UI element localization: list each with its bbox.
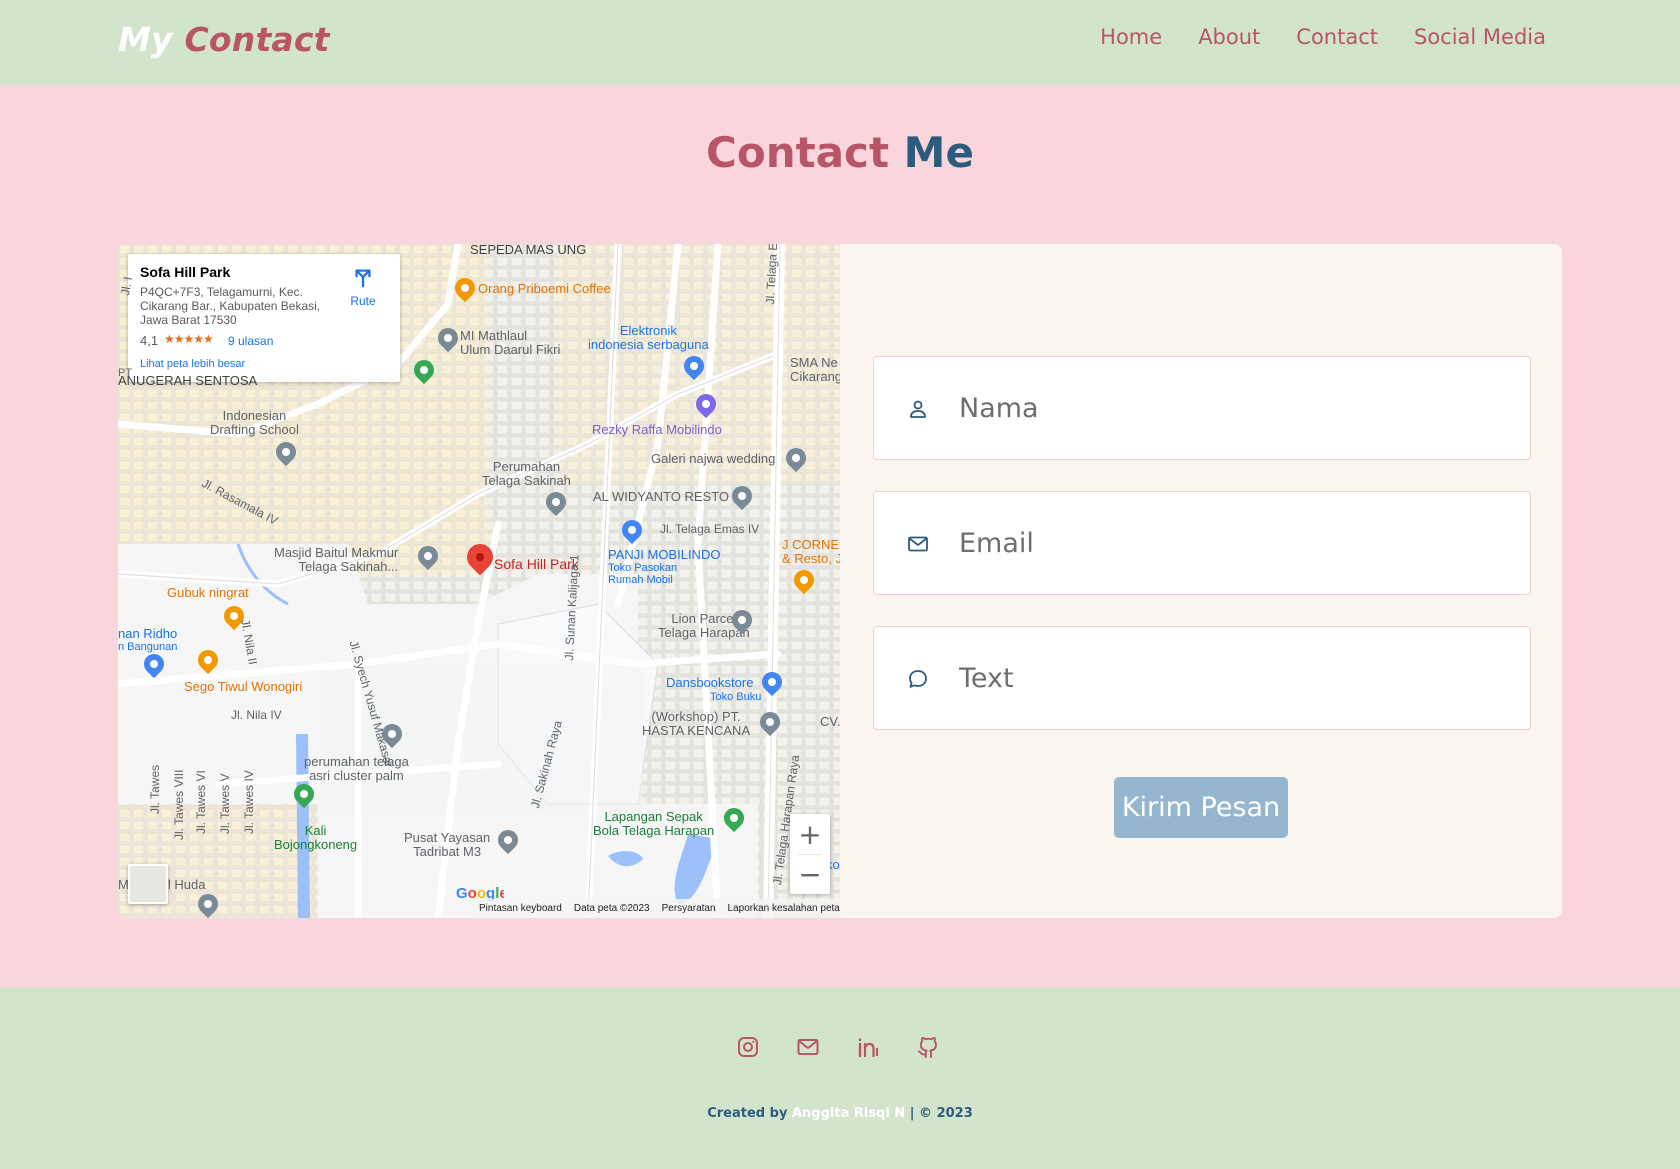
chat-bubble-icon [909,670,927,688]
footer-credit: Created by Anggita Risqi N | © 2023 [0,1106,1680,1121]
map-label-pt: PT [118,367,133,379]
map-data-link[interactable]: Data peta ©2023 [574,903,650,914]
page-title: Contact Me [0,128,1680,177]
map-label-sepeda: SEPEDA MAS UNG [470,244,587,257]
brand-part-2: Contact [184,20,330,59]
map-label-sego: Sego Tiwul Wonogiri [184,679,303,694]
map-label-tawes-4: Jl. Tawes V [218,773,232,834]
instagram-icon[interactable] [736,1035,760,1059]
map-label-toko-buku: Toko Buku [710,691,762,703]
name-field [873,356,1531,460]
brand-part-1: My [118,20,173,59]
map-label-perumahan-asri: perumahan telaga asri cluster palm [304,754,409,783]
page-title-part-2: Me [903,128,974,177]
navbar: My Contact Home About Contact Social Med… [0,0,1680,85]
map-label-nan-ridho: nan Ridho [118,626,178,641]
footer: Created by Anggita Risqi N | © 2023 [0,988,1680,1169]
person-icon [910,400,926,418]
map-label-elektronik: Elektronik indonesia serbaguna [588,323,709,352]
send-message-button[interactable]: Kirim Pesan [1114,777,1288,838]
message-input[interactable] [959,649,1509,707]
directions-button[interactable]: Rute [342,266,384,308]
email-icon[interactable] [796,1035,820,1059]
map-label-workshop: (Workshop) PT. HASTA KENCANA [642,709,751,738]
email-input[interactable] [959,514,1509,572]
place-name: Sofa Hill Park [140,264,231,280]
map-label-galeri: Galeri najwa wedding [651,451,776,466]
map-label-dansbook: Dansbookstore [666,675,754,690]
terms-link[interactable]: Persyaratan [662,903,716,914]
name-input[interactable] [959,379,1509,437]
map-label-rezky: Rezky Raffa Mobilindo [592,422,722,437]
zoom-out-button[interactable]: − [790,854,830,894]
map-label-sma: SMA Ne Cikarang [790,355,840,384]
map-layer-toggle[interactable] [128,864,168,904]
zoom-controls: + − [790,814,830,894]
credit-author-link[interactable]: Anggita Risqi N [792,1106,905,1121]
map-label-gubuk: Gubuk ningrat [167,585,249,600]
keyboard-shortcuts-link[interactable]: Pintasan keyboard [479,903,562,914]
nav-links: Home About Contact Social Media [1100,25,1546,49]
zoom-in-button[interactable]: + [790,814,830,854]
nav-link-social-media[interactable]: Social Media [1414,25,1546,49]
reviews-link[interactable]: 9 ulasan [228,334,273,348]
map-label-masjid: Masjid Baitul Makmur Telaga Sakinah... [274,545,399,574]
map-label-n-bangunan: n Bangunan [118,641,178,653]
credit-suffix: | © 2023 [909,1106,973,1121]
map-label-cv: CV. [820,714,840,729]
map-label-perumahan: Perumahan Telaga Sakinah [482,459,571,488]
view-larger-map-link[interactable]: Lihat peta lebih besar [140,358,245,370]
report-error-link[interactable]: Laporkan kesalahan peta [728,903,840,914]
map-label-al-widyanto: AL WIDYANTO RESTO [593,489,730,504]
map-label-pusat: Pusat Yayasan Tadribat M3 [404,830,491,859]
map-label-anugerah: ANUGERAH SENTOSA [118,373,258,388]
map-label-mi-mathlaul: MI Mathlaul Ulum Daarul Fikri [460,328,561,357]
text-field [873,626,1531,730]
map-label-jl-telaga-emas: Jl. Telaga Emas IV [660,522,760,536]
linkedin-icon[interactable] [856,1035,880,1059]
map-label-kali: Kali Bojongkoneng [274,823,358,852]
directions-icon [355,269,371,288]
social-links [736,1035,940,1059]
map-label-jl-nila-iv: Jl. Nila IV [231,708,282,722]
map-label-toko-pasokan: Toko Pasokan Rumah Mobil [608,562,678,586]
place-address: P4QC+7F3, Telagamurni, Kec. Cikarang Bar… [140,285,321,327]
embedded-map[interactable]: Sofa Hill Park P4QC+7F3, Telagamurni, Ke… [118,244,840,918]
page-title-part-1: Contact [706,128,890,177]
credit-prefix: Created by [707,1106,788,1121]
rating-stars-icon: ★★★★★ [164,332,214,346]
map-footer: Pintasan keyboard Data peta ©2023 Persya… [473,899,840,918]
place-rating: 4,1 [140,333,159,348]
mail-icon [908,536,928,552]
email-field [873,491,1531,595]
map-label-orang-coffee: Orang Priboemi Coffee [478,281,611,296]
brand-logo[interactable]: My Contact [118,20,330,59]
nav-link-home[interactable]: Home [1100,25,1162,49]
map-label-lapangan: Lapangan Sepak Bola Telaga Harapan [593,809,715,838]
map-label-tawes-5: Jl. Tawes IV [242,770,256,834]
nav-link-about[interactable]: About [1198,25,1260,49]
map-label-drafting: Indonesian Drafting School [210,408,299,437]
map-label-tawes-2: Jl. Tawes VIII [172,769,186,840]
github-icon[interactable] [916,1035,940,1059]
zoom-divider [798,854,822,855]
nav-link-contact[interactable]: Contact [1296,25,1378,49]
contact-card: Sofa Hill Park P4QC+7F3, Telagamurni, Ke… [118,244,1562,918]
map-label-panji: PANJI MOBILINDO [608,547,721,562]
map-label-j-corner: J CORNE & Resto, J [782,537,840,566]
place-info-card: Sofa Hill Park P4QC+7F3, Telagamurni, Ke… [128,254,400,382]
directions-label: Rute [350,294,376,308]
map-label-tawes-1: Jl. Tawes [148,764,162,814]
map-label-tawes-3: Jl. Tawes VI [194,770,208,834]
